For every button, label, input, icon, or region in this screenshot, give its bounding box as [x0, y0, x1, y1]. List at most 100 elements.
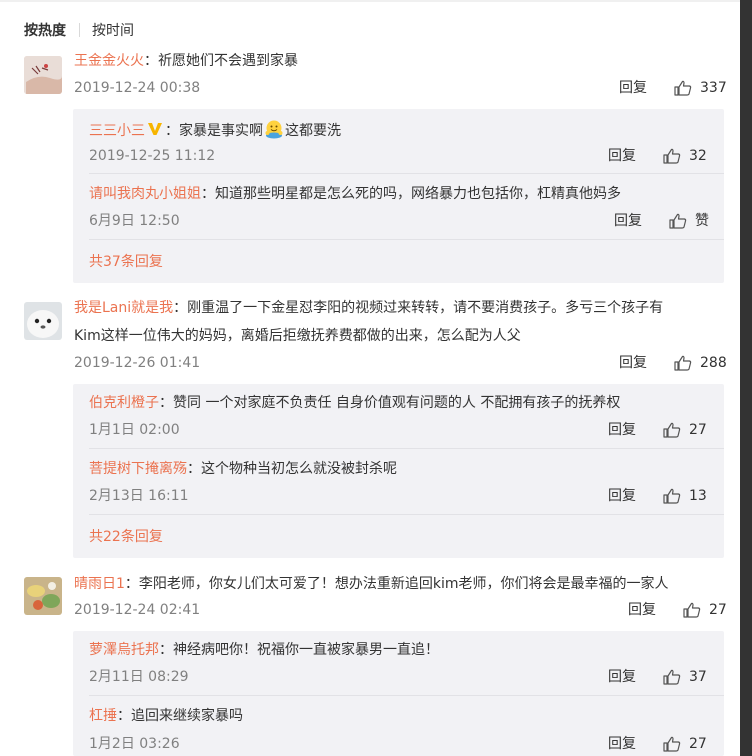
reply-body: 三三小三 ：家暴是事实啊 这都要洗: [89, 119, 341, 141]
comment-text: 祈愿她们不会遇到家暴: [158, 53, 298, 69]
reply-button[interactable]: 回复: [614, 211, 642, 231]
thumbs-up-icon: [663, 736, 681, 752]
sort-by-hot-tab[interactable]: 按热度: [24, 20, 66, 40]
avatar[interactable]: [24, 577, 62, 615]
like-count: 27: [689, 422, 707, 438]
reply-button[interactable]: 回复: [608, 667, 636, 687]
like-button[interactable]: 27: [663, 734, 707, 754]
like-count: 13: [689, 488, 707, 504]
reply-time: 1月2日 03:26: [89, 736, 180, 752]
reply-button[interactable]: 回复: [619, 78, 647, 98]
like-button[interactable]: 337: [674, 78, 727, 98]
reply-button[interactable]: 回复: [608, 486, 636, 506]
like-button[interactable]: 27: [663, 420, 707, 440]
more-replies-link[interactable]: 共37条回复: [89, 252, 163, 272]
avatar[interactable]: [24, 302, 62, 340]
reply-box: 三三小三 ：家暴是事实啊 这都要洗 2019-12-25 11:12 回复 32 请…: [73, 109, 724, 283]
verified-badge-icon: [148, 123, 162, 135]
comment-body: 我是Lani就是我：刚重温了一下金星怼李阳的视频过来转转，请不要消费孩子。多亏三…: [74, 298, 663, 318]
comment-text-line-2: Kim这样一位伟大的妈妈，离婚后拒缴抚养费都做的出来，怎么配为人父: [74, 328, 521, 344]
reply-divider: [89, 448, 724, 449]
reply-button[interactable]: 回复: [608, 146, 636, 166]
thumbs-up-icon: [663, 422, 681, 438]
reply-body: 菩提树下掩离殇：这个物种当初怎么就没被封杀呢: [89, 459, 397, 479]
like-count: 27: [709, 602, 727, 618]
comment-time: 2019-12-26 01:41: [74, 355, 201, 371]
thumbs-up-icon: [669, 213, 687, 229]
separator: ：: [117, 708, 131, 724]
reply-divider: [89, 173, 724, 174]
top-divider: [0, 0, 740, 2]
separator: ：: [187, 461, 201, 477]
reply-body: 伯克利橙子：赞同 一个对家庭不负责任 自身价值观有问题的人 不配拥有孩子的抚养权: [89, 393, 620, 413]
reply-author[interactable]: 伯克利橙子: [89, 395, 159, 411]
sort-by-time-tab[interactable]: 按时间: [92, 20, 134, 40]
reply-text-continued: 这都要洗: [285, 123, 341, 139]
reply-text: 赞同 一个对家庭不负责任 自身价值观有问题的人 不配拥有孩子的抚养权: [173, 395, 621, 411]
like-button[interactable]: 288: [674, 353, 727, 373]
comment-time: 2019-12-24 02:41: [74, 602, 201, 618]
comment-author[interactable]: 晴雨日1: [74, 576, 125, 592]
reply-body: 请叫我肉丸小姐姐：知道那些明星都是怎么死的吗，网络暴力也包括你，杠精真他妈多: [89, 184, 621, 204]
reply-button[interactable]: 回复: [619, 353, 647, 373]
comment-time: 2019-12-24 00:38: [74, 80, 201, 96]
comment-text: 刚重温了一下金星怼李阳的视频过来转转，请不要消费孩子。多亏三个孩子有: [187, 300, 664, 316]
avatar[interactable]: [24, 56, 62, 94]
avatar-food-image: [24, 577, 62, 615]
separator: ：: [173, 300, 188, 316]
reply-body: 杠捶：追回来继续家暴吗: [89, 706, 243, 726]
thumbs-up-icon: [663, 488, 681, 504]
separator: ：: [144, 53, 158, 69]
reply-text: 这个物种当初怎么就没被封杀呢: [201, 461, 397, 477]
separator: ：: [201, 186, 215, 202]
sort-tab-divider: [79, 23, 80, 37]
like-button[interactable]: 赞: [669, 211, 709, 231]
separator: ：: [124, 576, 139, 592]
comment-author[interactable]: 我是Lani就是我: [74, 300, 173, 316]
like-button[interactable]: 13: [663, 486, 707, 506]
more-replies-link[interactable]: 共22条回复: [89, 527, 163, 547]
comment-text: 李阳老师，你女儿们太可爱了！想办法重新追回kim老师，你们将会是最幸福的一家人: [138, 576, 669, 592]
thumbs-up-icon: [663, 669, 681, 685]
reply-button[interactable]: 回复: [628, 600, 656, 620]
like-count: 337: [700, 80, 727, 96]
avatar-white-dog-image: [24, 302, 62, 340]
thumbs-up-icon: [674, 355, 692, 371]
reply-author[interactable]: 菩提树下掩离殇: [89, 461, 187, 477]
reply-time: 2019-12-25 11:12: [89, 148, 216, 164]
like-button[interactable]: 27: [683, 600, 727, 620]
reply-author[interactable]: 三三小三: [89, 123, 145, 139]
like-button[interactable]: 37: [663, 667, 707, 687]
reply-text: 家暴是事实啊: [179, 123, 263, 139]
reply-time: 6月9日 12:50: [89, 213, 180, 229]
like-count: 27: [689, 736, 707, 752]
avatar-tattoo-image: [24, 56, 62, 94]
separator: ：: [165, 123, 179, 139]
like-button[interactable]: 32: [663, 146, 707, 166]
reply-text: 知道那些明星都是怎么死的吗，网络暴力也包括你，杠精真他妈多: [215, 186, 621, 202]
reply-time: 2月13日 16:11: [89, 488, 189, 504]
like-count: 赞: [695, 213, 709, 229]
like-count: 288: [700, 355, 727, 371]
reply-button[interactable]: 回复: [608, 734, 636, 754]
scrollbar[interactable]: [740, 0, 752, 756]
reply-divider: [89, 514, 724, 515]
reply-author[interactable]: 请叫我肉丸小姐姐: [89, 186, 201, 202]
comment-body: 晴雨日1：李阳老师，你女儿们太可爱了！想办法重新追回kim老师，你们将会是最幸福…: [74, 574, 669, 594]
comment-author[interactable]: 王金金火火: [74, 53, 144, 69]
thumbs-up-icon: [674, 80, 692, 96]
reply-divider: [89, 239, 724, 240]
reply-time: 1月1日 02:00: [89, 422, 180, 438]
separator: ：: [159, 642, 173, 658]
thumbs-up-icon: [663, 148, 681, 164]
reply-author[interactable]: 杠捶: [89, 708, 117, 724]
reply-text: 追回来继续家暴吗: [131, 708, 243, 724]
reply-time: 2月11日 08:29: [89, 669, 189, 685]
comment-body: 王金金火火：祈愿她们不会遇到家暴: [74, 51, 298, 71]
thumbs-up-icon: [683, 602, 701, 618]
hug-emoji-icon: [265, 120, 283, 139]
reply-text: 神经病吧你！祝福你一直被家暴男一直追！: [173, 642, 439, 658]
separator: ：: [159, 395, 173, 411]
reply-author[interactable]: 萝澤烏托邦: [89, 642, 159, 658]
reply-button[interactable]: 回复: [608, 420, 636, 440]
